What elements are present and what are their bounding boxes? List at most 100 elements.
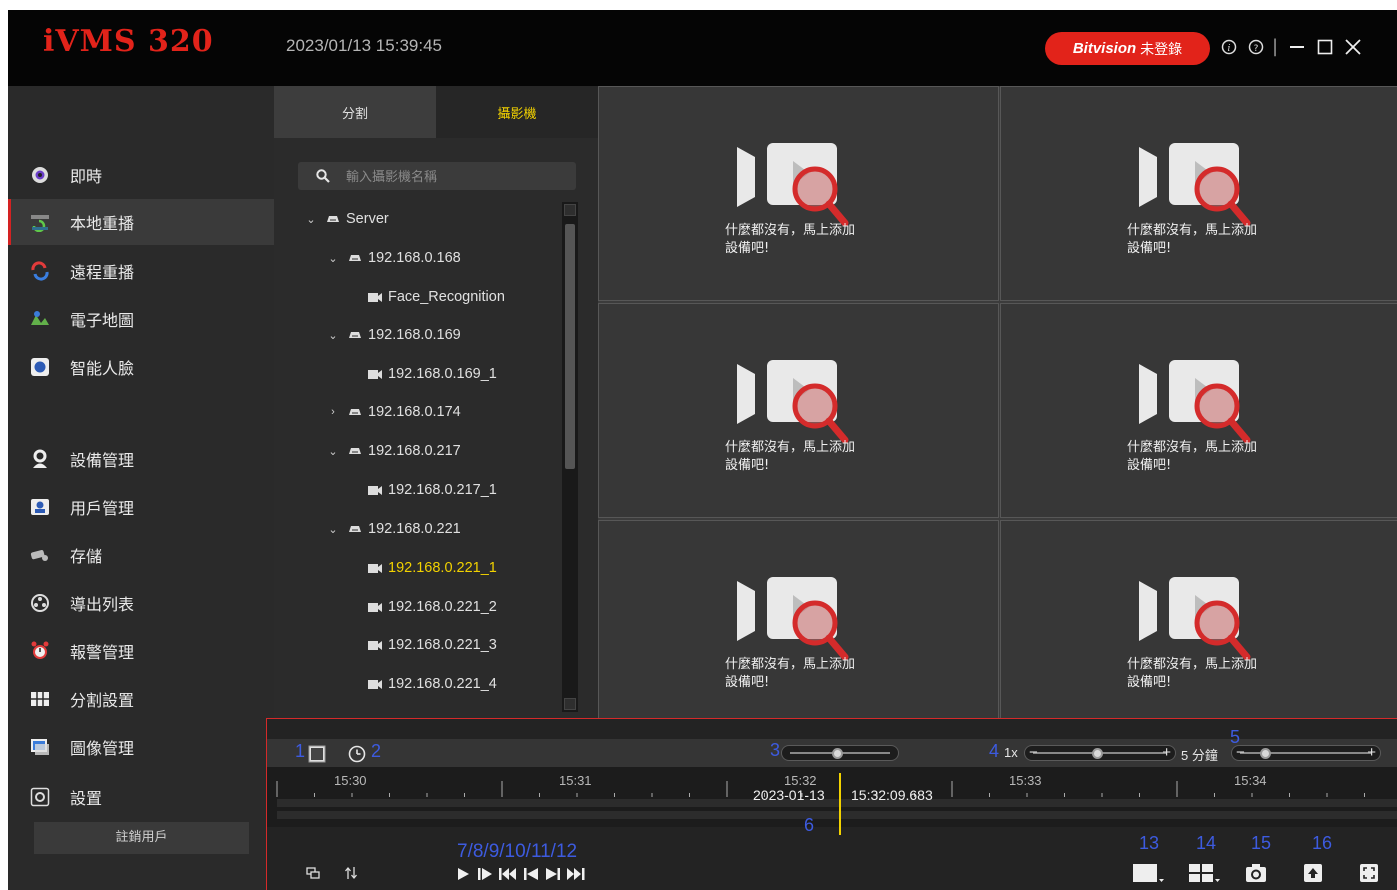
tree-node-device[interactable]: ⌄ 192.168.0.169 (326, 324, 461, 346)
video-cell[interactable]: 什麼都沒有，馬上添加 設備吧! (598, 303, 999, 518)
rewind-icon[interactable] (499, 867, 517, 881)
device-icon (349, 526, 361, 532)
sidebar-item-emap[interactable]: 電子地圖 (8, 296, 274, 342)
tab-camera[interactable]: 攝影機 (436, 86, 598, 138)
step-forward-icon[interactable] (545, 867, 561, 881)
window-mode-dropdown[interactable] (1131, 860, 1165, 886)
time-span-slider[interactable]: − + (1231, 744, 1381, 761)
play-icon[interactable] (455, 867, 471, 881)
sidebar-item-split-settings[interactable]: 分割設置 (8, 676, 274, 722)
sidebar-item-face[interactable]: 智能人臉 (8, 344, 274, 390)
chevron-down-icon[interactable]: ⌄ (326, 329, 340, 342)
chevron-down-icon[interactable]: ⌄ (304, 213, 318, 226)
speed-plus-button[interactable]: + (1162, 744, 1171, 761)
info-icon[interactable]: i (1216, 32, 1242, 62)
span-minus-button[interactable]: − (1236, 744, 1245, 761)
sidebar-item-label: 即時 (70, 167, 103, 186)
sidebar-item-alarm-management[interactable]: 報警管理 (8, 628, 274, 674)
help-icon[interactable]: ? (1243, 32, 1269, 62)
image-icon (30, 737, 50, 757)
layout-toggle-icon[interactable] (305, 865, 321, 881)
camera-select-icon[interactable] (307, 744, 327, 764)
empty-message-line: 設備吧! (725, 241, 770, 256)
sidebar-item-label: 報警管理 (70, 643, 135, 662)
remote-playback-icon (30, 261, 50, 281)
cursor-date: 2023-01-13 (753, 787, 825, 803)
sidebar-item-label: 導出列表 (70, 595, 135, 614)
video-cell[interactable]: 什麼都沒有，馬上添加 設備吧! (598, 520, 999, 735)
chevron-down-icon[interactable]: ⌄ (326, 252, 340, 265)
tree-node-label: 192.168.0.169 (368, 327, 461, 343)
timeline-tick-label: 15:33 (1009, 773, 1042, 788)
video-cell[interactable]: 什麼都沒有，馬上添加 設備吧! (598, 86, 999, 301)
title-bar: iVMS 320 2023/01/13 15:39:45 Bitvision 未… (8, 10, 1397, 86)
tree-node-device[interactable]: ⌄ 192.168.0.217 (326, 440, 461, 462)
speed-slider-thumb[interactable] (1092, 748, 1103, 759)
tab-split[interactable]: 分割 (274, 86, 436, 138)
sidebar-item-remote-playback[interactable]: 遠程重播 (8, 248, 274, 294)
tree-node-device[interactable]: ⌄ 192.168.0.168 (326, 247, 460, 269)
span-plus-button[interactable]: + (1367, 744, 1376, 761)
tree-node-device[interactable]: ⌄ 192.168.0.221 (326, 518, 460, 540)
sidebar-item-device-management[interactable]: 設備管理 (8, 436, 274, 482)
tree-node-camera[interactable]: 192.168.0.221_3 (368, 634, 497, 656)
logout-button[interactable]: 註銷用戶 (34, 822, 249, 854)
tree-scrollbar[interactable] (562, 202, 578, 712)
sidebar-item-label: 遠程重播 (70, 263, 135, 282)
add-device-icon (737, 143, 849, 227)
login-button[interactable]: Bitvision 未登錄 (1045, 32, 1210, 65)
scroll-up-button[interactable] (564, 204, 576, 216)
sidebar-item-settings[interactable]: 設置 (8, 774, 274, 820)
speed-label: 1x (1004, 745, 1018, 760)
fast-forward-icon[interactable] (567, 867, 585, 881)
tree-node-camera[interactable]: Face_Recognition (368, 286, 505, 308)
sort-icon[interactable] (343, 865, 359, 881)
scroll-thumb[interactable] (565, 224, 575, 469)
sidebar-item-storage[interactable]: 存儲 (8, 532, 274, 578)
empty-message-line: 什麼都沒有，馬上添加 (725, 223, 856, 238)
tree-node-camera[interactable]: 192.168.0.169_1 (368, 363, 497, 385)
sidebar-item-local-playback[interactable]: 本地重播 (8, 199, 274, 245)
step-back-icon[interactable] (523, 867, 539, 881)
timeline-cursor[interactable] (839, 773, 841, 835)
sidebar-item-live[interactable]: 即時 (8, 152, 274, 198)
video-cell[interactable]: 什麼都沒有，馬上添加 設備吧! (1000, 303, 1397, 518)
chevron-down-icon[interactable]: ⌄ (326, 445, 340, 458)
clock-icon[interactable] (347, 744, 367, 764)
search-icon (316, 169, 330, 183)
close-icon[interactable] (1340, 32, 1366, 62)
scroll-down-button[interactable] (564, 698, 576, 710)
camera-search-box[interactable] (298, 162, 576, 190)
pause-step-icon[interactable] (477, 867, 493, 881)
chevron-down-icon[interactable]: ⌄ (326, 523, 340, 536)
minimize-icon[interactable] (1284, 32, 1310, 62)
maximize-icon[interactable] (1312, 32, 1338, 62)
split-layout-dropdown[interactable] (1187, 860, 1221, 886)
camera-search-input[interactable] (346, 168, 566, 184)
export-clip-icon[interactable] (1299, 860, 1327, 886)
tree-node-device[interactable]: › 192.168.0.174 (326, 401, 461, 423)
speed-slider[interactable]: − + (1024, 744, 1176, 761)
tree-node-camera[interactable]: 192.168.0.221_4 (368, 673, 497, 695)
timeline[interactable]: 15:30 15:31 15:32 15:33 15:34 (267, 767, 1397, 827)
snapshot-icon[interactable] (1241, 860, 1271, 886)
chevron-right-icon[interactable]: › (326, 406, 340, 418)
volume-slider-thumb[interactable] (832, 748, 843, 759)
tree-node-camera[interactable]: 192.168.0.217_1 (368, 479, 497, 501)
tree-node-label: 192.168.0.217 (368, 443, 461, 459)
span-slider-thumb[interactable] (1260, 748, 1272, 759)
volume-slider[interactable] (781, 745, 899, 761)
tree-node-camera[interactable]: 192.168.0.221_2 (368, 596, 497, 618)
sidebar-item-user-management[interactable]: 用戶管理 (8, 484, 274, 530)
timeline-band (277, 811, 1397, 819)
user-icon (30, 497, 50, 517)
tree-node-server[interactable]: ⌄ Server (304, 208, 388, 230)
sidebar-item-image-management[interactable]: 圖像管理 (8, 724, 274, 770)
sidebar-item-export-list[interactable]: 導出列表 (8, 580, 274, 626)
tree-node-camera-selected[interactable]: 192.168.0.221_1 (368, 557, 497, 579)
video-cell[interactable]: 什麼都沒有，馬上添加 設備吧! (1000, 86, 1397, 301)
speed-minus-button[interactable]: − (1029, 744, 1038, 761)
empty-cell-message: 什麼都沒有，馬上添加 設備吧! (725, 439, 925, 475)
fullscreen-icon[interactable] (1355, 860, 1383, 886)
video-cell[interactable]: 什麼都沒有，馬上添加 設備吧! (1000, 520, 1397, 735)
